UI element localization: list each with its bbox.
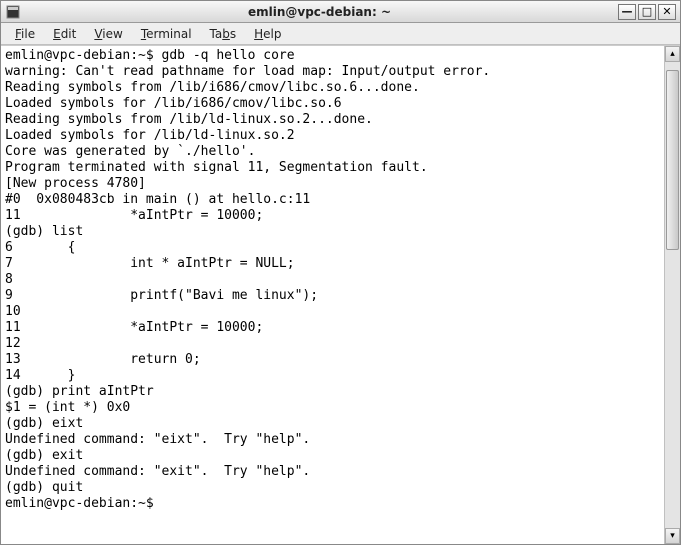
menu-file[interactable]: File <box>7 25 43 43</box>
menu-tabs-pre: Ta <box>210 27 223 41</box>
menubar: File Edit View Terminal Tabs Help <box>1 23 680 45</box>
app-icon <box>5 4 21 20</box>
content-area: emlin@vpc-debian:~$ gdb -q hello core wa… <box>1 45 680 544</box>
scroll-up-button[interactable]: ▴ <box>665 46 680 62</box>
menu-help-rest: elp <box>263 27 281 41</box>
window-controls: — □ ✕ <box>618 4 676 20</box>
terminal-window: emlin@vpc-debian: ~ — □ ✕ File Edit View… <box>0 0 681 545</box>
scroll-thumb[interactable] <box>666 70 679 250</box>
menu-view[interactable]: View <box>86 25 130 43</box>
menu-tabs-rest: s <box>230 27 236 41</box>
menu-view-rest: iew <box>102 27 123 41</box>
scrollbar[interactable]: ▴ ▾ <box>664 46 680 544</box>
menu-tabs[interactable]: Tabs <box>202 25 245 43</box>
scroll-track[interactable] <box>665 62 680 528</box>
terminal-output[interactable]: emlin@vpc-debian:~$ gdb -q hello core wa… <box>1 46 664 544</box>
menu-terminal-rest: erminal <box>146 27 191 41</box>
minimize-button[interactable]: — <box>618 4 636 20</box>
menu-help[interactable]: Help <box>246 25 289 43</box>
menu-edit-rest: dit <box>61 27 77 41</box>
window-title: emlin@vpc-debian: ~ <box>25 5 614 19</box>
menu-edit[interactable]: Edit <box>45 25 84 43</box>
menu-file-rest: ile <box>21 27 35 41</box>
close-button[interactable]: ✕ <box>658 4 676 20</box>
maximize-button[interactable]: □ <box>638 4 656 20</box>
titlebar[interactable]: emlin@vpc-debian: ~ — □ ✕ <box>1 1 680 23</box>
menu-terminal[interactable]: Terminal <box>133 25 200 43</box>
scroll-down-button[interactable]: ▾ <box>665 528 680 544</box>
